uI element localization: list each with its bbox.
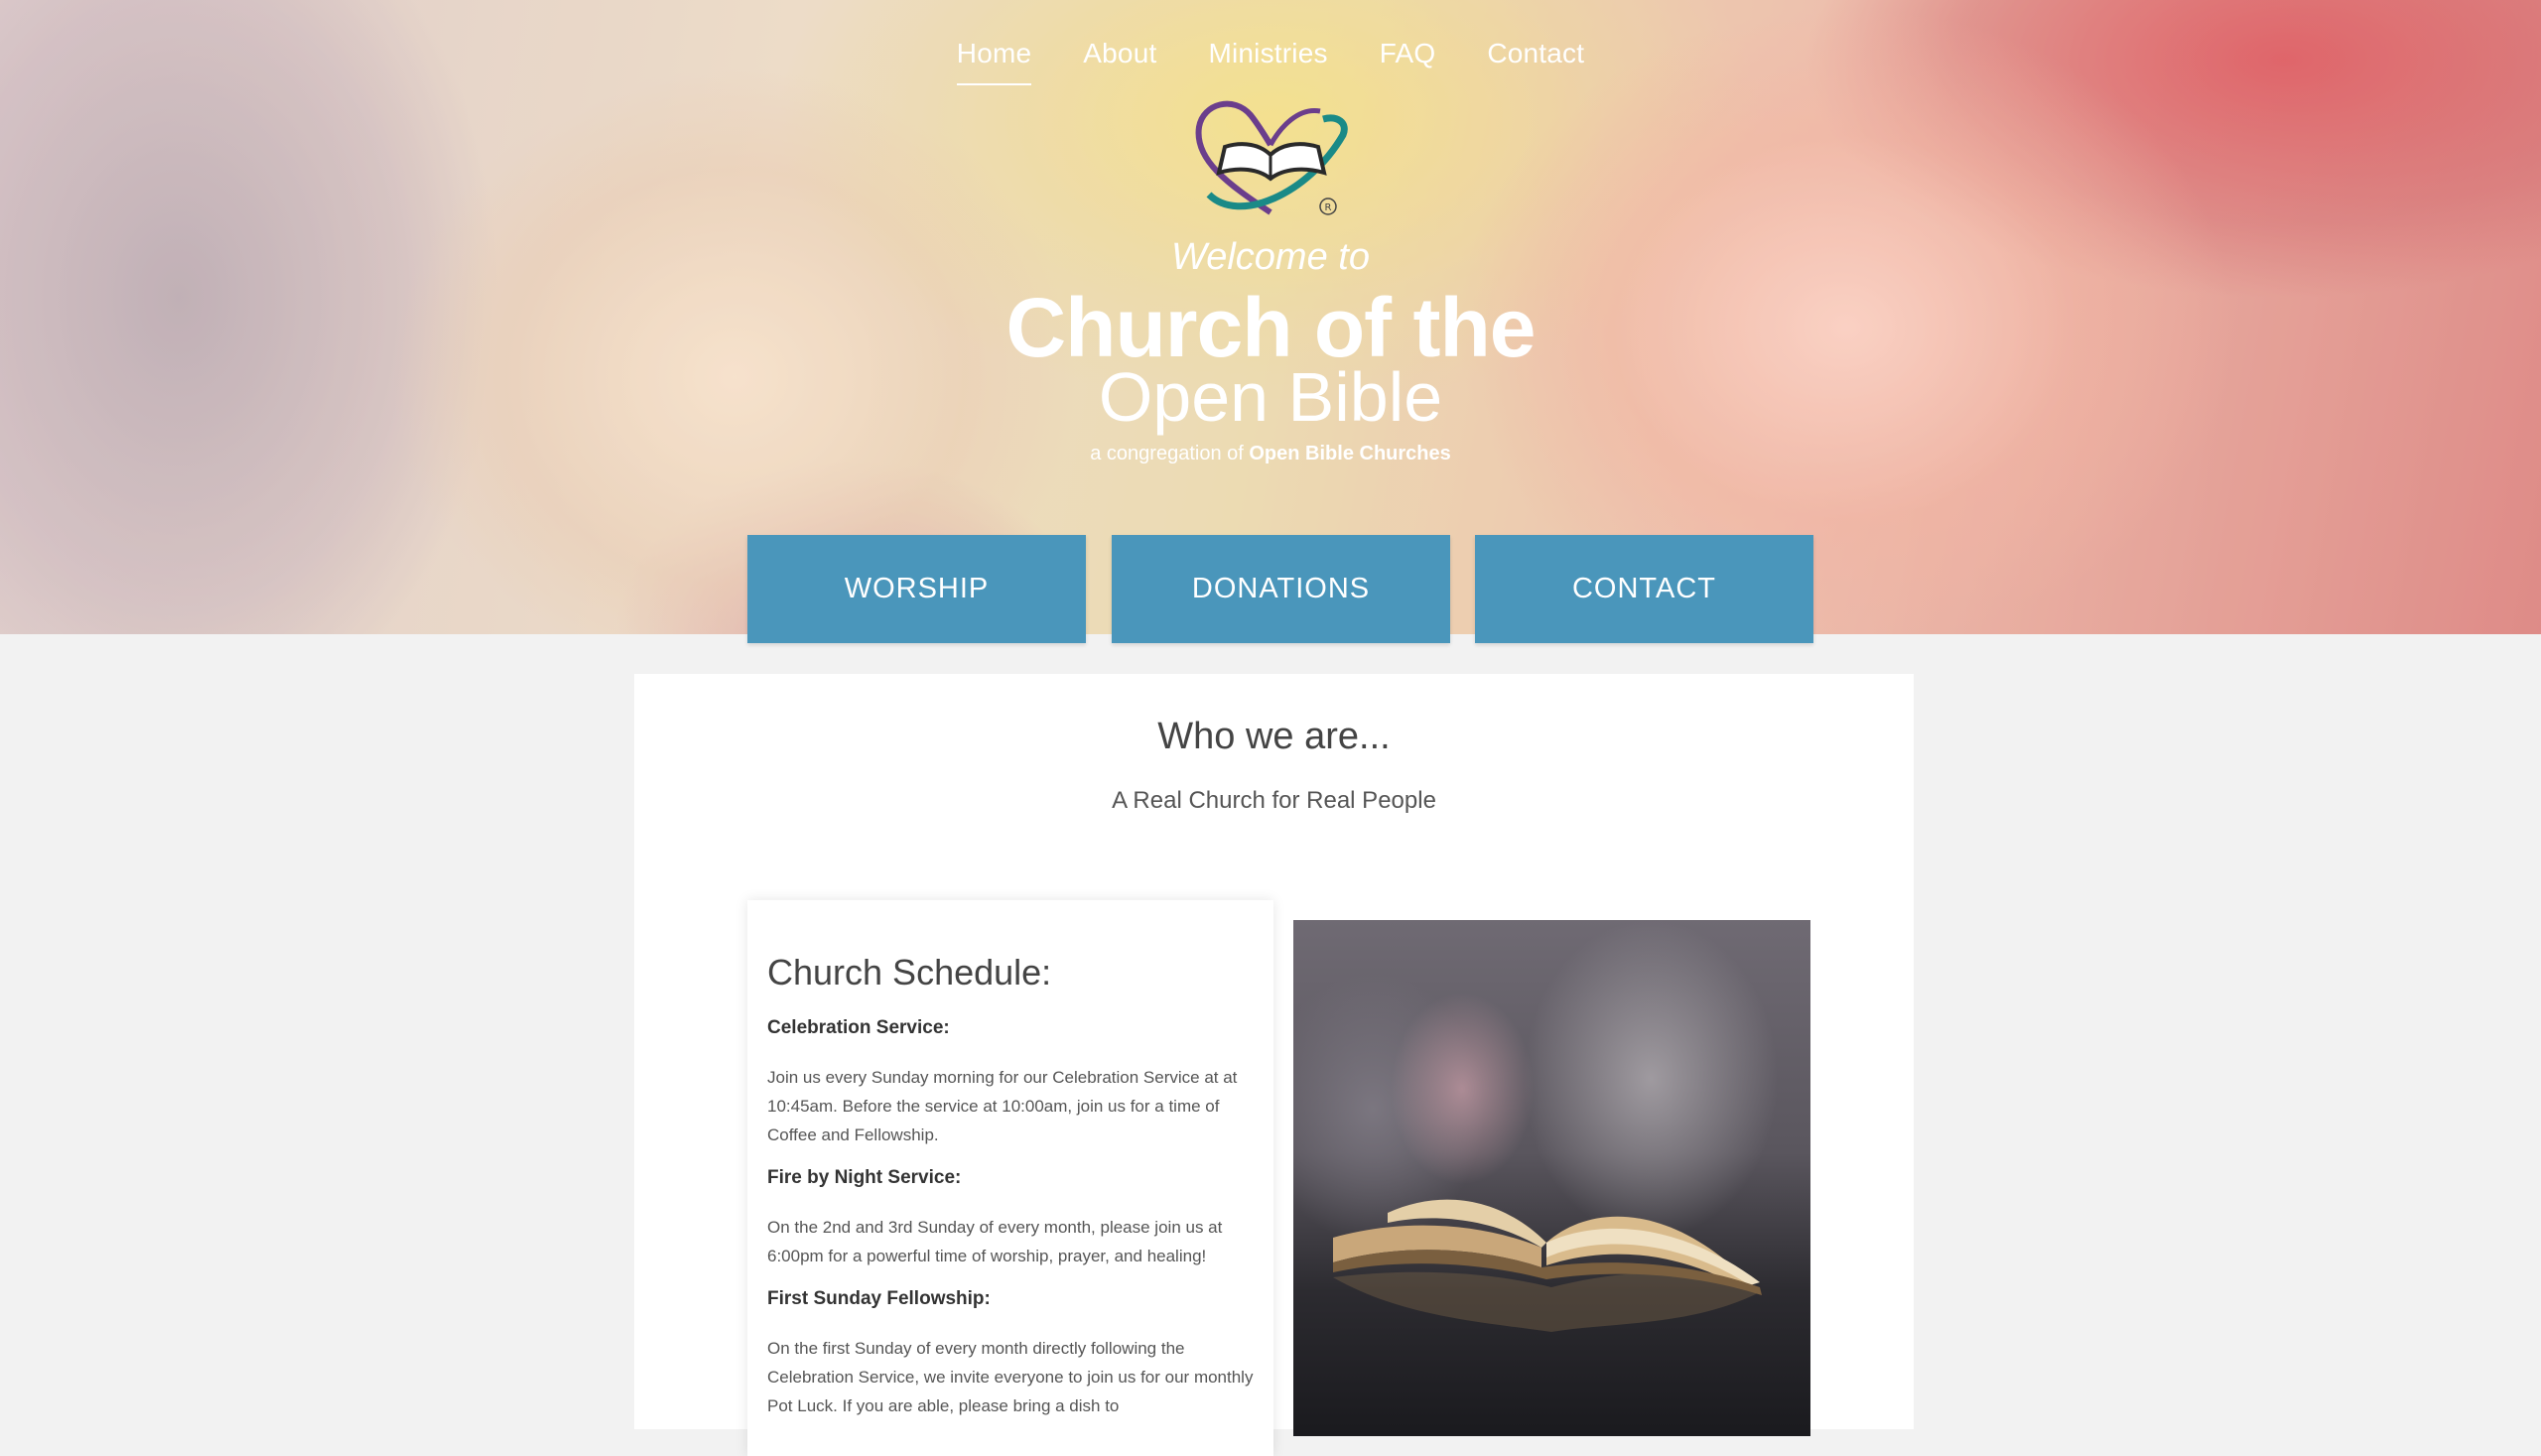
nav-faq[interactable]: FAQ [1380, 38, 1436, 83]
main-nav: Home About Ministries FAQ Contact [0, 38, 2541, 85]
schedule-heading: First Sunday Fellowship: [767, 1288, 991, 1309]
nav-about[interactable]: About [1083, 38, 1156, 83]
section-subtitle: A Real Church for Real People [1112, 787, 1436, 814]
who-we-are-section: Who we are... A Real Church for Real Peo… [634, 674, 1914, 1456]
schedule-title: Church Schedule: [767, 952, 1052, 993]
section-title: Who we are... [1157, 716, 1391, 757]
schedule-heading: Fire by Night Service: [767, 1167, 962, 1188]
schedule-text: On the 2nd and 3rd Sunday of every month… [767, 1218, 1223, 1265]
subtitle-org-link[interactable]: Open Bible Churches [1249, 443, 1450, 464]
hero-welcome: Welcome to [1171, 236, 1370, 278]
schedule-heading: Celebration Service: [767, 1017, 950, 1038]
church-logo-icon: R [1195, 100, 1348, 215]
svg-text:R: R [1325, 202, 1332, 213]
worship-button[interactable]: WORSHIP [747, 535, 1086, 643]
contact-button[interactable]: CONTACT [1475, 535, 1813, 643]
bible-photo [1293, 920, 1810, 1436]
subtitle-prefix: a congregation of [1090, 443, 1244, 464]
schedule-text: Join us every Sunday morning for our Cel… [767, 1068, 1238, 1144]
nav-contact[interactable]: Contact [1487, 38, 1584, 83]
hero-title-line2: Open Bible [1098, 358, 1443, 436]
schedule-text: On the first Sunday of every month direc… [767, 1339, 1254, 1415]
hero-subtitle: a congregation of Open Bible Churches [0, 443, 2541, 465]
nav-home[interactable]: Home [956, 38, 1032, 85]
church-schedule-card: Church Schedule: Celebration Service: Jo… [747, 900, 1273, 1456]
donations-button[interactable]: DONATIONS [1112, 535, 1450, 643]
nav-ministries[interactable]: Ministries [1208, 38, 1327, 83]
open-book-icon [1333, 1199, 1762, 1332]
